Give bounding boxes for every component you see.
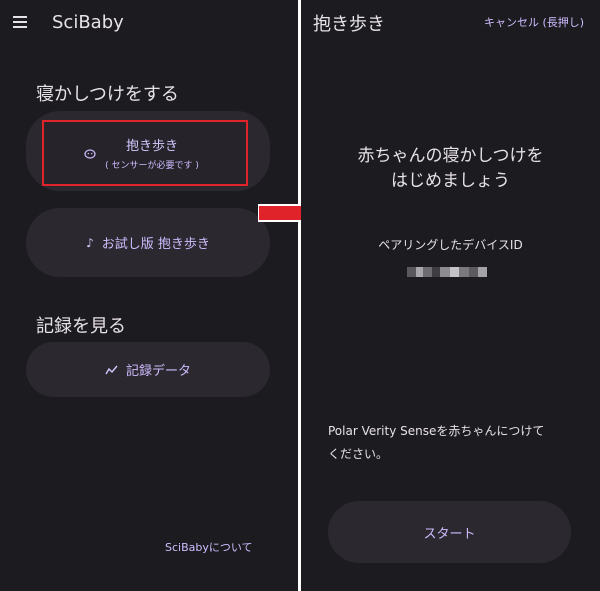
about-link[interactable]: SciBabyについて [165, 539, 253, 555]
home-screen: SciBaby 寝かしつけをする 抱き歩き ( センサーが必要です ) ♪ お試… [0, 0, 298, 591]
hold-walk-screen: 抱き歩き キャンセル (長押し) 赤ちゃんの寝かしつけを はじめましょう ペアリ… [301, 0, 600, 591]
trial-hold-walk-button[interactable]: ♪ お試し版 抱き歩き [26, 208, 270, 277]
hold-walk-title: 抱き歩き [125, 139, 178, 154]
music-note-icon: ♪ [86, 235, 94, 250]
headline-line-1: 赤ちゃんの寝かしつけを [357, 146, 544, 166]
section-title-sleep: 寝かしつけをする [36, 84, 179, 105]
baby-face-icon [84, 149, 96, 159]
paired-device-label: ペアリングしたデバイスID [378, 238, 523, 252]
instruction-line-2: ください。 [328, 447, 389, 461]
headline: 赤ちゃんの寝かしつけを はじめましょう [301, 144, 600, 194]
headline-line-2: はじめましょう [391, 171, 510, 191]
section-title-records: 記録を見る [36, 316, 126, 337]
records-button[interactable]: 記録データ [26, 342, 270, 397]
hold-walk-button[interactable]: 抱き歩き ( センサーが必要です ) [42, 120, 248, 186]
cancel-button[interactable]: キャンセル (長押し) [484, 14, 584, 30]
instruction-line-1: Polar Verity Senseを赤ちゃんにつけて [328, 424, 545, 438]
chart-line-icon [105, 365, 118, 374]
hold-walk-subtitle: ( センサーが必要です ) [105, 161, 199, 171]
records-button-label: 記録データ [125, 364, 191, 379]
instruction-text: Polar Verity Senseを赤ちゃんにつけて ください。 [328, 420, 578, 466]
trial-button-label: お試し版 抱き歩き [101, 237, 210, 252]
screen-title: 抱き歩き [313, 14, 385, 35]
hamburger-menu-icon[interactable] [13, 16, 27, 28]
device-id-redacted [407, 262, 487, 277]
app-title: SciBaby [52, 12, 124, 33]
start-button[interactable]: スタート [328, 501, 571, 563]
